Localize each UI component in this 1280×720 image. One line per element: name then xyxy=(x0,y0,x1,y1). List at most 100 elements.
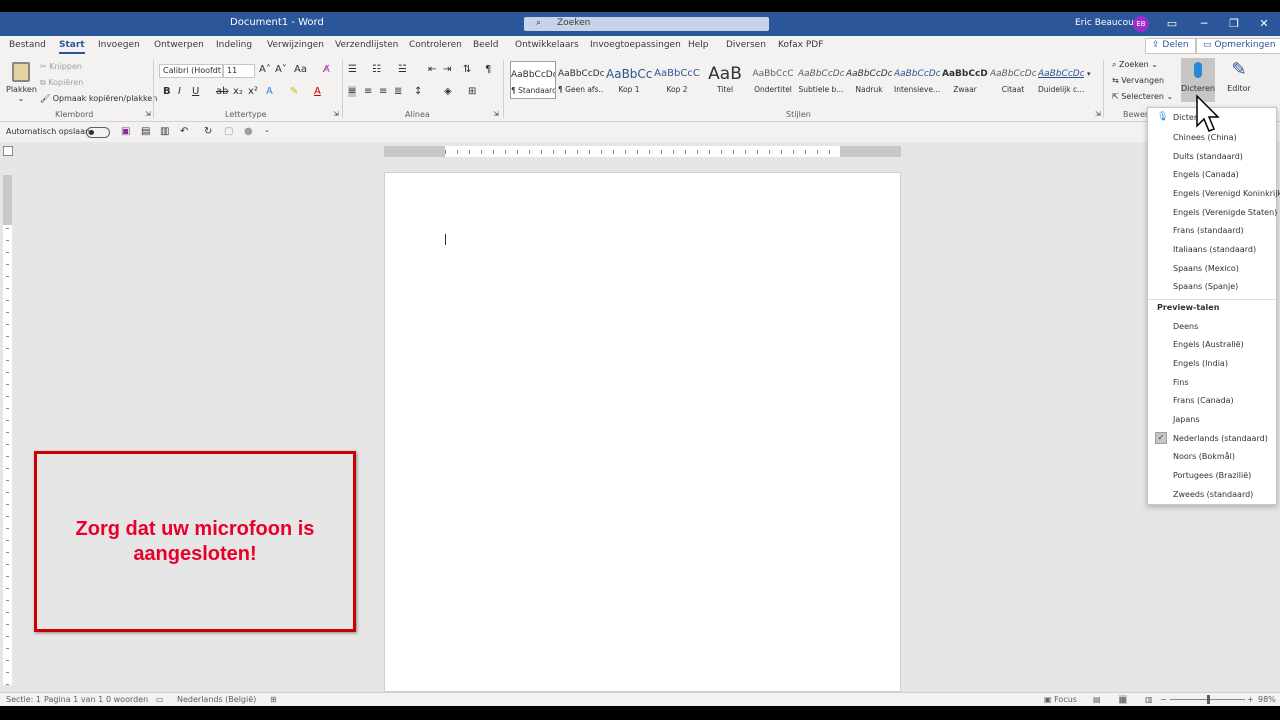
menu-item-preview-language[interactable]: Zweeds (standaard) xyxy=(1173,490,1253,499)
increase-indent-icon[interactable]: ⇥ xyxy=(443,64,451,75)
vertical-ruler[interactable] xyxy=(3,175,12,685)
clear-format-icon[interactable]: A̸ xyxy=(323,64,330,75)
font-launcher-icon[interactable]: ⇲ xyxy=(333,110,339,118)
close-button[interactable]: ✕ xyxy=(1256,16,1272,32)
borders-icon[interactable]: ⊞ xyxy=(468,86,476,97)
strikethrough-icon[interactable]: ab xyxy=(216,86,228,97)
tab-kofax-pdf[interactable]: Kofax PDF xyxy=(778,40,823,50)
style-subtiele-benadrukking[interactable]: AaBbCcDc Subtiele b... xyxy=(798,61,844,99)
menu-item-language[interactable]: Italiaans (standaard) xyxy=(1173,245,1256,254)
language-status[interactable]: Nederlands (België) xyxy=(177,695,256,704)
undo-icon[interactable]: ↶ xyxy=(180,126,188,137)
multilevel-list-icon[interactable]: ☱ xyxy=(398,64,407,75)
align-center-icon[interactable]: ≡ xyxy=(364,86,372,97)
align-left-icon[interactable]: ≡ xyxy=(348,86,357,97)
style-titel[interactable]: AaB Titel xyxy=(702,61,748,99)
open-icon[interactable]: ▥ xyxy=(160,126,169,137)
tab-invoegen[interactable]: Invoegen xyxy=(98,40,140,50)
user-name[interactable]: Eric Beaucourt xyxy=(1075,18,1141,28)
text-effects-icon[interactable]: A xyxy=(266,86,273,97)
tab-start[interactable]: Start xyxy=(59,40,85,54)
select-button[interactable]: ⇱ Selecteren ⌄ xyxy=(1112,92,1173,101)
customize-toolbar-icon[interactable]: ⌄ xyxy=(264,126,270,134)
print-layout-icon[interactable]: ▦ xyxy=(1119,695,1127,704)
bullets-icon[interactable]: ☰ xyxy=(348,64,357,75)
format-painter-button[interactable]: 🖌 Opmaak kopiëren/plakken xyxy=(40,94,157,103)
change-case-icon[interactable]: Aa xyxy=(294,64,307,75)
replace-button[interactable]: ⇆ Vervangen xyxy=(1112,76,1164,85)
accessibility-icon[interactable]: ⊞ xyxy=(270,695,277,704)
superscript-icon[interactable]: x² xyxy=(248,86,258,97)
ribbon-display-icon[interactable]: ▭ xyxy=(1164,16,1180,32)
menu-item-preview-language[interactable]: Frans (Canada) xyxy=(1173,396,1234,405)
zoom-out-icon[interactable]: − xyxy=(1160,695,1167,704)
tab-bestand[interactable]: Bestand xyxy=(9,40,46,50)
shrink-font-icon[interactable]: A˅ xyxy=(275,64,287,75)
menu-item-language[interactable]: Engels (Verenigd Koninkrijk) xyxy=(1173,189,1280,198)
clipboard-launcher-icon[interactable]: ⇲ xyxy=(145,110,151,118)
style-nadruk[interactable]: AaBbCcDc Nadruk xyxy=(846,61,892,99)
style-citaat[interactable]: AaBbCcDc Citaat xyxy=(990,61,1036,99)
zoom-in-icon[interactable]: + xyxy=(1247,695,1254,704)
style-ondertitel[interactable]: AaBbCcC Ondertitel xyxy=(750,61,796,99)
maximize-button[interactable]: ❐ xyxy=(1226,16,1242,32)
tab-controleren[interactable]: Controleren xyxy=(409,40,462,50)
tab-verzendlijsten[interactable]: Verzendlijsten xyxy=(335,40,398,50)
avatar[interactable]: EB xyxy=(1133,16,1149,32)
editor-button[interactable]: ✎ Editor xyxy=(1224,58,1254,102)
tab-selector-icon[interactable] xyxy=(3,146,13,156)
italic-icon[interactable]: I xyxy=(178,86,181,97)
document-page[interactable] xyxy=(384,172,901,692)
autosave-toggle[interactable] xyxy=(86,127,110,138)
style-zwaar[interactable]: AaBbCcDc Zwaar xyxy=(942,61,988,99)
proofing-icon[interactable]: ▭ xyxy=(156,695,164,704)
find-button[interactable]: ⌕ Zoeken ⌄ xyxy=(1112,60,1158,70)
underline-icon[interactable]: U xyxy=(192,86,199,97)
menu-item-preview-language[interactable]: Portugees (Brazilië) xyxy=(1173,471,1251,480)
read-mode-icon[interactable]: ▤ xyxy=(1093,695,1101,704)
redo-icon[interactable]: ↻ xyxy=(204,126,212,137)
tab-invoegtoepassingen[interactable]: Invoegtoepassingen xyxy=(590,40,681,50)
record-icon[interactable]: ● xyxy=(244,126,253,137)
search-box[interactable]: ⌕ Zoeken xyxy=(524,17,769,31)
style-duidelijk-citaat[interactable]: AaBbCcDc Duidelijk c... xyxy=(1038,61,1084,99)
numbering-icon[interactable]: ☷ xyxy=(372,64,381,75)
page-status[interactable]: Pagina 1 van 1 xyxy=(44,695,103,704)
show-marks-icon[interactable]: ¶ xyxy=(485,64,491,75)
share-button[interactable]: ⇪ Delen xyxy=(1145,38,1196,54)
style-kop-1[interactable]: AaBbCc Kop 1 xyxy=(606,61,652,99)
paste-button[interactable]: Plakken ⌄ xyxy=(6,60,37,106)
tab-beeld[interactable]: Beeld xyxy=(473,40,498,50)
save-icon[interactable]: ▣ xyxy=(121,126,130,137)
menu-item-language[interactable]: Chinees (China) xyxy=(1173,133,1237,142)
tab-ontwikkelaars[interactable]: Ontwikkelaars xyxy=(515,40,579,50)
menu-item-preview-language[interactable]: Engels (India) xyxy=(1173,359,1228,368)
tab-verwijzingen[interactable]: Verwijzingen xyxy=(267,40,324,50)
tab-help[interactable]: Help xyxy=(688,40,709,50)
highlight-icon[interactable]: ✎ xyxy=(290,86,298,97)
web-layout-icon[interactable]: ▥ xyxy=(1145,695,1153,704)
tab-ontwerpen[interactable]: Ontwerpen xyxy=(154,40,204,50)
copy-button[interactable]: ⧉ Kopiëren xyxy=(40,78,83,88)
bold-icon[interactable]: B xyxy=(163,86,171,97)
shading-icon[interactable]: ◈ xyxy=(444,86,452,97)
menu-item-language[interactable]: Spaans (Spanje) xyxy=(1173,282,1238,291)
menu-item-preview-language[interactable]: Japans xyxy=(1173,415,1199,424)
word-count[interactable]: 0 woorden xyxy=(106,695,148,704)
menu-item-language[interactable]: Duits (standaard) xyxy=(1173,152,1243,161)
style-standaard[interactable]: AaBbCcDc ¶ Standaard xyxy=(510,61,556,99)
focus-button[interactable]: ▣ Focus xyxy=(1044,695,1077,704)
style-kop-2[interactable]: AaBbCcC Kop 2 xyxy=(654,61,700,99)
font-color-icon[interactable]: A xyxy=(314,86,321,97)
style-intensieve-nadruk[interactable]: AaBbCcDc Intensieve... xyxy=(894,61,940,99)
section-status[interactable]: Sectie: 1 xyxy=(6,695,41,704)
horizontal-ruler[interactable] xyxy=(384,146,901,157)
style-geen-afstand[interactable]: AaBbCcDc ¶ Geen afs... xyxy=(558,61,604,99)
menu-item-preview-language[interactable]: Engels (Australië) xyxy=(1173,340,1244,349)
menu-item-preview-language[interactable]: Deens xyxy=(1173,322,1198,331)
tab-indeling[interactable]: Indeling xyxy=(216,40,252,50)
zoom-level[interactable]: 98% xyxy=(1258,695,1276,704)
menu-item-preview-language[interactable]: Fins xyxy=(1173,378,1188,387)
justify-icon[interactable]: ≣ xyxy=(394,86,402,97)
font-name-select[interactable]: Calibri (Hoofdt xyxy=(159,64,223,78)
